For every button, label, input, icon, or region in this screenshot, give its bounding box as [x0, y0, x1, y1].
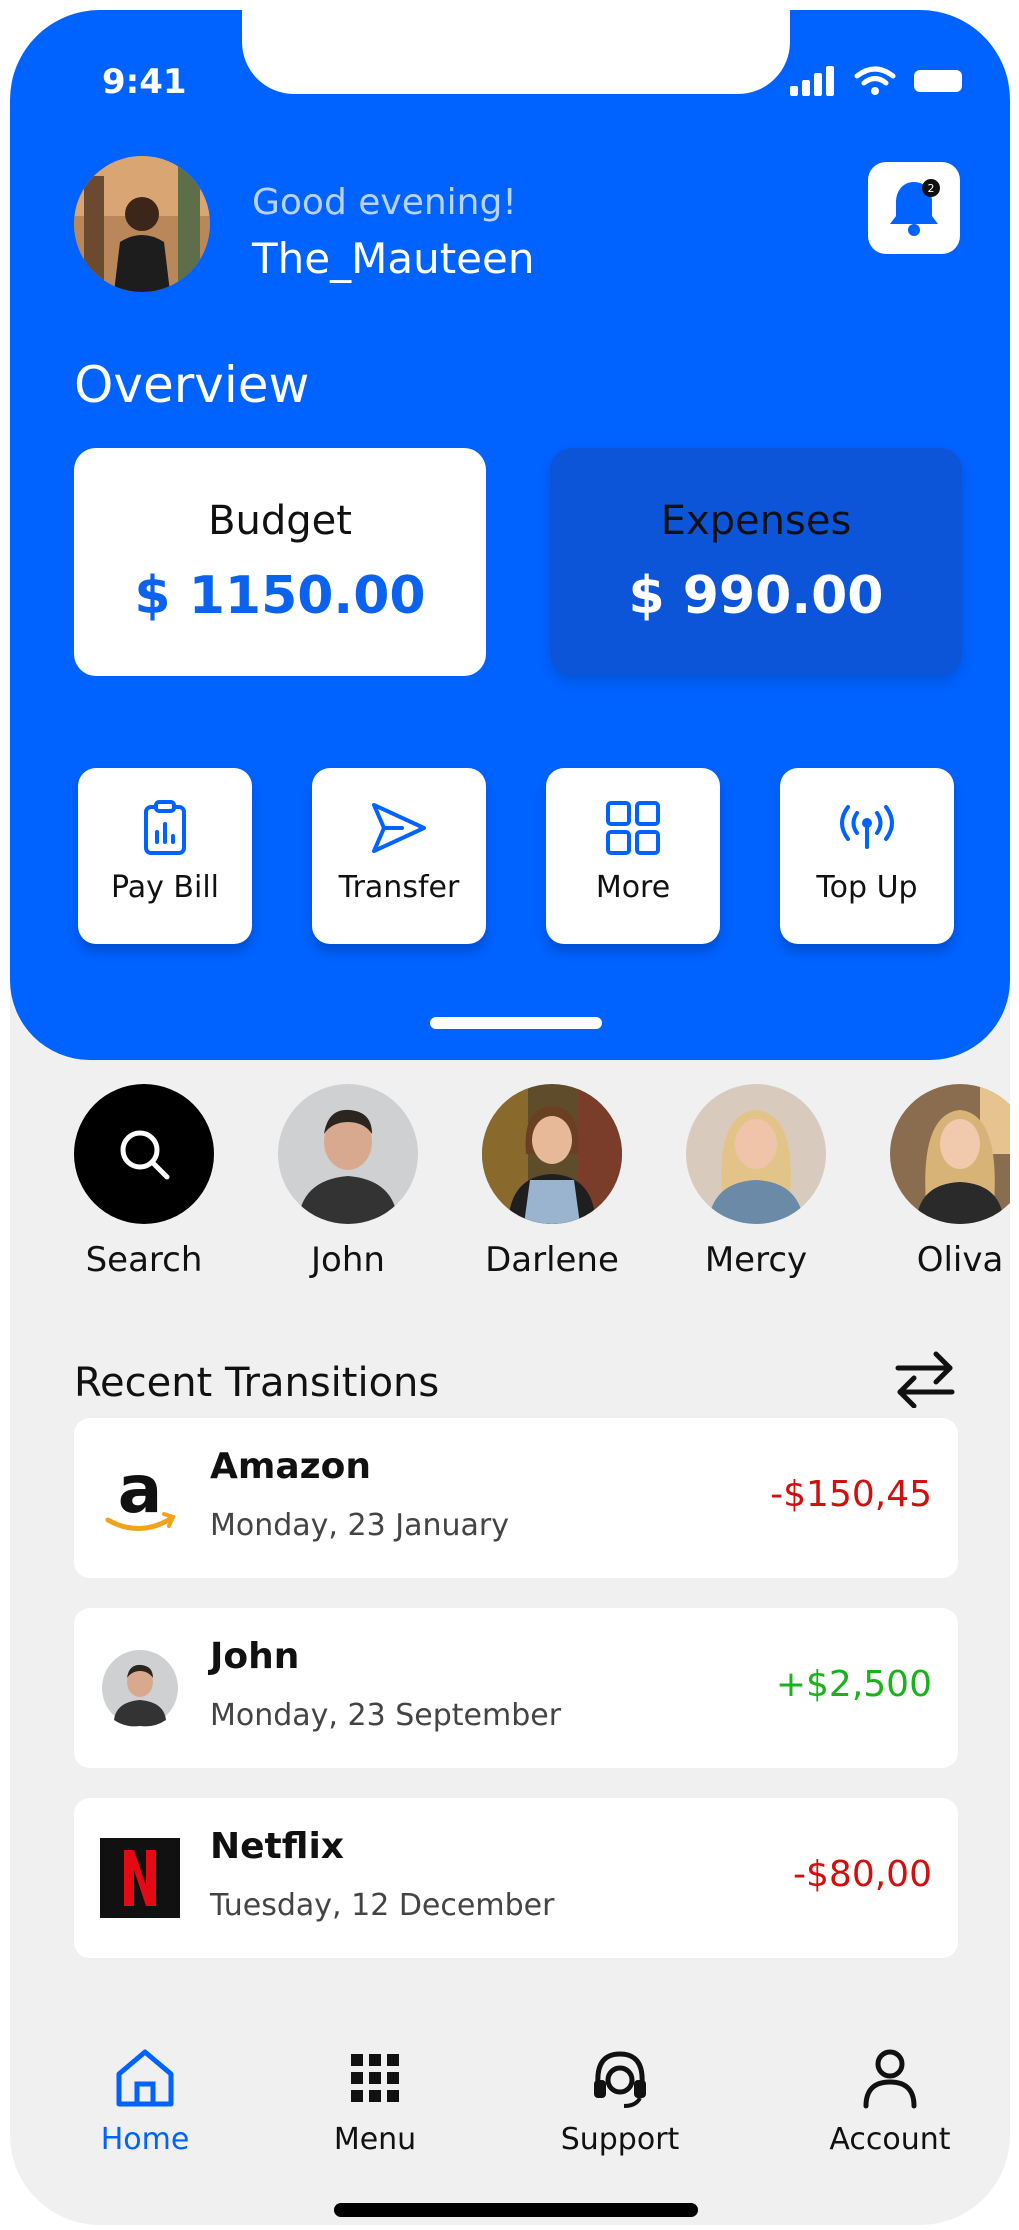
- contact-label: Oliva: [916, 1240, 1004, 1280]
- contact-avatar: [890, 1084, 1010, 1224]
- transaction-amount: -$150,45: [770, 1474, 932, 1515]
- greeting-text: Good evening!: [252, 182, 517, 223]
- nav-account-label: Account: [829, 2122, 951, 2157]
- contact-label: Mercy: [704, 1240, 808, 1280]
- top-up-button[interactable]: Top Up: [780, 768, 954, 944]
- amazon-logo: a: [100, 1451, 180, 1538]
- user-icon: [863, 2049, 917, 2109]
- profile-avatar[interactable]: [74, 156, 210, 292]
- home-icon: [116, 2049, 174, 2107]
- avatar: [100, 1648, 180, 1728]
- search-icon: [120, 1130, 170, 1180]
- transaction-amount: -$80,00: [793, 1854, 932, 1895]
- nav-menu[interactable]: Menu: [310, 2046, 440, 2157]
- more-button[interactable]: More: [546, 768, 720, 944]
- contact-label: Darlene: [485, 1240, 619, 1280]
- cellular-signal-icon: [790, 66, 834, 96]
- top-up-label: Top Up: [816, 870, 918, 905]
- more-label: More: [595, 870, 671, 905]
- nav-home[interactable]: Home: [80, 2046, 210, 2157]
- svg-text:a: a: [118, 1458, 163, 1528]
- contact-avatar: [686, 1084, 826, 1224]
- nav-support-label: Support: [560, 2122, 680, 2157]
- contact-john[interactable]: John: [278, 1084, 418, 1280]
- netflix-logo: [100, 1838, 180, 1918]
- swap-arrows-icon: [895, 1351, 955, 1409]
- status-time: 9:41: [102, 62, 187, 102]
- menu-grid-icon: [351, 2054, 399, 2102]
- budget-label: Budget: [208, 498, 352, 544]
- budget-card[interactable]: Budget $ 1150.00: [74, 448, 486, 676]
- transaction-name: Amazon: [210, 1446, 371, 1487]
- transfer-label: Transfer: [338, 870, 460, 905]
- nav-support[interactable]: Support: [540, 2046, 700, 2157]
- wifi-icon: [854, 66, 896, 95]
- notification-count: 2: [928, 182, 935, 195]
- expenses-label: Expenses: [660, 498, 852, 544]
- pay-bill-button[interactable]: Pay Bill: [78, 768, 252, 944]
- expenses-value: $ 990.00: [628, 566, 884, 626]
- headset-icon: [594, 2051, 646, 2108]
- phone-screen: 9:41 Good evening! The_Mauteen 2 Overvie…: [10, 10, 1010, 2225]
- signal-icon: [840, 805, 894, 849]
- battery-icon: [914, 70, 962, 92]
- transaction-row[interactable]: Netflix Tuesday, 12 December -$80,00: [74, 1798, 958, 1958]
- transaction-row[interactable]: a Amazon Monday, 23 January -$150,45: [74, 1418, 958, 1578]
- nav-account[interactable]: Account: [810, 2046, 970, 2157]
- contact-label: Search: [85, 1240, 203, 1280]
- nav-menu-label: Menu: [333, 2122, 417, 2157]
- recent-transactions-title: Recent Transitions: [74, 1360, 440, 1406]
- contact-darlene[interactable]: Darlene: [482, 1084, 622, 1280]
- transaction-name: Netflix: [210, 1826, 344, 1867]
- contact-avatar: [278, 1084, 418, 1224]
- panel-handle[interactable]: [430, 1017, 602, 1029]
- expenses-card[interactable]: Expenses $ 990.00: [550, 448, 962, 676]
- home-indicator: [334, 2203, 698, 2217]
- transaction-date: Monday, 23 September: [210, 1698, 562, 1733]
- contact-avatar: [482, 1084, 622, 1224]
- contact-oliva[interactable]: Oliva: [890, 1084, 1010, 1280]
- contact-label: John: [311, 1240, 385, 1280]
- status-icons: [790, 66, 966, 96]
- contact-mercy[interactable]: Mercy: [686, 1084, 826, 1280]
- contact-search[interactable]: Search: [74, 1084, 214, 1280]
- transaction-name: John: [210, 1636, 300, 1677]
- header-panel: 9:41 Good evening! The_Mauteen 2 Overvie…: [10, 10, 1010, 1060]
- transaction-row[interactable]: John Monday, 23 September +$2,500: [74, 1608, 958, 1768]
- send-icon: [372, 803, 426, 853]
- notifications-button[interactable]: 2: [868, 162, 960, 254]
- transfer-button[interactable]: Transfer: [312, 768, 486, 944]
- grid-icon: [606, 801, 660, 855]
- username: The_Mauteen: [252, 234, 535, 283]
- clipboard-icon: [144, 800, 186, 855]
- transaction-date: Monday, 23 January: [210, 1508, 509, 1543]
- overview-title: Overview: [74, 356, 310, 414]
- pay-bill-label: Pay Bill: [110, 870, 219, 905]
- device-notch: [242, 10, 790, 94]
- bell-icon: 2: [890, 179, 940, 236]
- nav-home-label: Home: [100, 2122, 190, 2157]
- transaction-amount: +$2,500: [775, 1664, 932, 1705]
- sort-button[interactable]: [894, 1350, 956, 1412]
- budget-value: $ 1150.00: [134, 566, 426, 626]
- transaction-date: Tuesday, 12 December: [210, 1888, 555, 1923]
